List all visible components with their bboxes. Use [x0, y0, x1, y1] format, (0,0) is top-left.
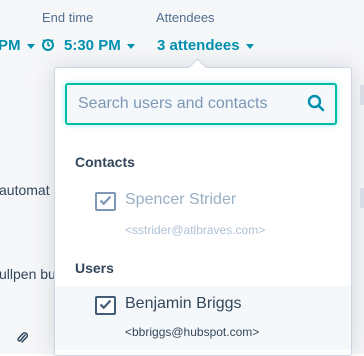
chevron-down-icon [26, 43, 35, 49]
scrollbar-fragment [360, 85, 364, 105]
attendees-label: Attendees [156, 10, 215, 25]
end-time-label: End time [42, 10, 94, 25]
attachment-icon[interactable] [16, 331, 29, 350]
start-time-dropdown[interactable]: PM [0, 37, 35, 54]
attendees-value: 3 attendees [157, 37, 240, 54]
option-name: Spencer Strider [125, 191, 237, 208]
section-title-users: Users [75, 260, 114, 276]
scrollbar-fragment [360, 188, 364, 208]
checkbox-checked[interactable] [95, 296, 116, 315]
attendees-dropdown[interactable]: 3 attendees [157, 37, 254, 54]
attendees-popover: Contacts Spencer Strider <sstrider@atlbr… [54, 58, 352, 356]
option-email: <bbriggs@hubspot.com> [125, 325, 260, 339]
option-name: Benjamin Briggs [125, 295, 242, 312]
end-time-value: 5:30 PM [64, 37, 121, 54]
clock-icon [41, 38, 55, 56]
option-spencer-strider: Spencer Strider <sstrider@atlbraves.com> [55, 180, 351, 244]
option-benjamin-briggs[interactable]: Benjamin Briggs <bbriggs@hubspot.com> [55, 286, 351, 350]
start-time-value: PM [0, 37, 21, 54]
search-icon[interactable] [307, 94, 325, 117]
meeting-header-row: PM 5:30 PM 3 attendees [0, 36, 364, 58]
end-time-dropdown[interactable]: 5:30 PM [64, 37, 135, 54]
section-title-contacts: Contacts [75, 154, 135, 170]
background-text-fragment: ullpen bu [0, 266, 56, 282]
chevron-down-icon [126, 43, 135, 49]
chevron-down-icon [245, 43, 254, 49]
option-email: <sstrider@atlbraves.com> [125, 223, 266, 237]
search-input[interactable] [67, 85, 298, 123]
background-text-fragment: automat [0, 182, 50, 198]
search-box [65, 83, 337, 125]
checkbox-checked [95, 192, 116, 211]
